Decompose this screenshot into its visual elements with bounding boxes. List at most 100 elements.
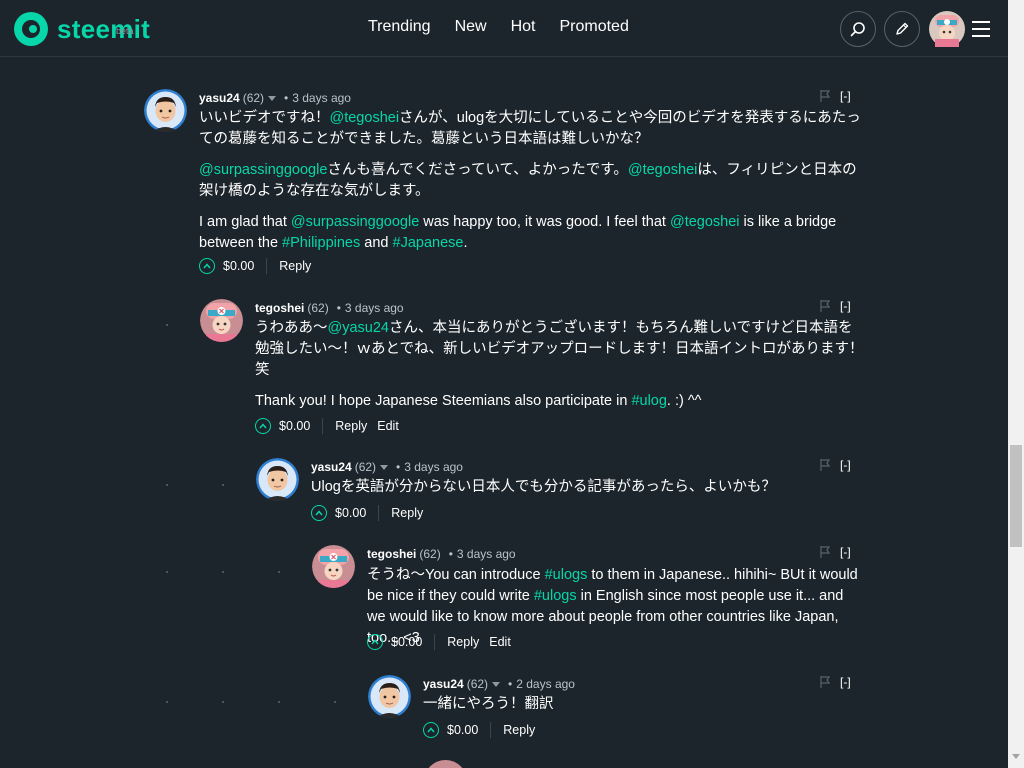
next-comment-avatar xyxy=(424,760,467,768)
flag-icon[interactable] xyxy=(820,90,830,102)
payout-value[interactable]: $0.00 xyxy=(391,635,422,649)
comment-footer: $0.00 Reply Edit xyxy=(255,417,409,435)
compose-button[interactable] xyxy=(884,11,920,47)
reply-button[interactable]: Reply xyxy=(503,723,535,737)
author-name[interactable]: yasu24 xyxy=(423,677,464,691)
chevron-down-icon[interactable] xyxy=(380,464,389,470)
comment-text: . xyxy=(463,235,468,251)
upvote-button[interactable] xyxy=(311,505,327,521)
comment-text: うわああ〜 xyxy=(255,320,328,336)
chevron-down-icon[interactable] xyxy=(268,95,277,101)
payout-value[interactable]: $0.00 xyxy=(335,506,366,520)
comment-text: Thank you! I hope Japanese Steemians als… xyxy=(255,393,632,409)
comment-paragraph: Thank you! I hope Japanese Steemians als… xyxy=(255,391,864,412)
nav-hot[interactable]: Hot xyxy=(511,18,536,36)
edit-button[interactable]: Edit xyxy=(377,419,399,433)
comment-text: and xyxy=(360,235,393,251)
hamburger-icon xyxy=(972,21,990,23)
logo-text: steemit xyxy=(57,14,151,44)
upvote-button[interactable] xyxy=(255,418,271,434)
payout-value[interactable]: $0.00 xyxy=(223,259,254,273)
chevron-down-icon[interactable] xyxy=(492,681,501,687)
comment-time[interactable]: 3 days ago xyxy=(345,301,404,315)
chevron-up-icon xyxy=(427,727,435,733)
reply-button[interactable]: Reply xyxy=(279,259,311,273)
author-avatar[interactable] xyxy=(368,675,411,718)
author-name[interactable]: yasu24 xyxy=(199,91,240,105)
comment-body: うわああ〜@yasu24さん、本当にありがとうございます！もちろん難しいですけど… xyxy=(255,318,864,422)
scrollbar-thumb[interactable] xyxy=(1010,445,1022,547)
comment-text: 一緒にやろう！翻訳 xyxy=(423,696,554,712)
chevron-up-icon xyxy=(315,510,323,516)
chevron-up-icon xyxy=(203,263,211,269)
author-avatar[interactable] xyxy=(312,545,355,588)
comment-1: yasu24 (62) • 3 days ago [-] いいビデオですね！@t… xyxy=(144,89,864,279)
comment-header: tegoshei (62) • 3 days ago xyxy=(367,547,516,561)
tag-link[interactable]: #Philippines xyxy=(282,235,360,251)
comment-time[interactable]: 3 days ago xyxy=(404,460,463,474)
comment-paragraph: Ulogを英語が分からない日本人でも分かる記事があったら、よいかも？ xyxy=(311,477,864,498)
comment-time[interactable]: 3 days ago xyxy=(457,547,516,561)
author-name[interactable]: tegoshei xyxy=(367,547,416,561)
upvote-button[interactable] xyxy=(199,258,215,274)
flag-icon[interactable] xyxy=(820,459,830,471)
comment-header: yasu24 (62) • 3 days ago xyxy=(311,460,463,474)
upvote-button[interactable] xyxy=(423,722,439,738)
payout-value[interactable]: $0.00 xyxy=(279,419,310,433)
mention-link[interactable]: @yasu24 xyxy=(328,320,389,336)
mention-link[interactable]: @tegoshei xyxy=(330,110,400,126)
flag-icon[interactable] xyxy=(820,546,830,558)
mention-link[interactable]: @surpassinggoogle xyxy=(199,162,327,178)
comment-3: yasu24 (62) • 3 days ago [-] Ulogを英語が分から… xyxy=(256,458,864,528)
nav-promoted[interactable]: Promoted xyxy=(559,18,628,36)
collapse-button[interactable]: [-] xyxy=(840,458,851,472)
comment-header: yasu24 (62) • 2 days ago xyxy=(423,677,575,691)
reply-button[interactable]: Reply xyxy=(391,506,423,520)
payout-value[interactable]: $0.00 xyxy=(447,723,478,737)
author-avatar[interactable] xyxy=(200,299,243,342)
collapse-button[interactable]: [-] xyxy=(840,675,851,689)
upvote-button[interactable] xyxy=(367,634,383,650)
reply-button[interactable]: Reply xyxy=(447,635,479,649)
comment-footer: $0.00 Reply xyxy=(311,504,433,522)
collapse-button[interactable]: [-] xyxy=(840,299,851,313)
collapse-button[interactable]: [-] xyxy=(840,545,851,559)
comment-2: tegoshei (62) • 3 days ago [-] うわああ〜@yas… xyxy=(200,299,864,439)
comment-header: tegoshei (62) • 3 days ago xyxy=(255,301,404,315)
chevron-up-icon xyxy=(371,639,379,645)
scroll-down-icon[interactable] xyxy=(1012,754,1020,759)
author-reputation: (62) xyxy=(466,677,489,691)
mention-link[interactable]: @tegoshei xyxy=(670,214,740,230)
edit-button[interactable]: Edit xyxy=(489,635,511,649)
comment-text: . :) ^^ xyxy=(666,393,702,409)
nav-trending[interactable]: Trending xyxy=(368,18,431,36)
comment-time[interactable]: 3 days ago xyxy=(292,91,351,105)
scrollbar-track[interactable] xyxy=(1008,0,1024,768)
menu-button[interactable] xyxy=(972,21,990,37)
steemit-logo-icon xyxy=(14,12,48,46)
comment-header: yasu24 (62) • 3 days ago xyxy=(199,91,351,105)
author-name[interactable]: yasu24 xyxy=(311,460,352,474)
chevron-up-icon xyxy=(259,423,267,429)
collapse-button[interactable]: [-] xyxy=(840,89,851,103)
user-avatar[interactable] xyxy=(929,11,965,47)
comment-footer: $0.00 Reply xyxy=(199,257,321,275)
flag-icon[interactable] xyxy=(820,676,830,688)
reply-button[interactable]: Reply xyxy=(335,419,367,433)
tag-link[interactable]: #ulog xyxy=(631,393,666,409)
search-button[interactable] xyxy=(840,11,876,47)
mention-link[interactable]: @surpassinggoogle xyxy=(291,214,419,230)
search-icon xyxy=(850,22,865,37)
mention-link[interactable]: @tegoshei xyxy=(628,162,698,178)
tag-link[interactable]: #Japanese xyxy=(393,235,464,251)
author-avatar[interactable] xyxy=(256,458,299,501)
author-avatar[interactable] xyxy=(144,89,187,132)
author-name[interactable]: tegoshei xyxy=(255,301,304,315)
comment-time[interactable]: 2 days ago xyxy=(516,677,575,691)
comment-footer: $0.00 Reply Edit xyxy=(367,633,521,651)
tag-link[interactable]: #ulogs xyxy=(534,588,577,604)
nav-new[interactable]: New xyxy=(455,18,487,36)
flag-icon[interactable] xyxy=(820,300,830,312)
tag-link[interactable]: #ulogs xyxy=(545,567,588,583)
comment-paragraph: @surpassinggoogleさんも喜んでくださっていて、よかったです。@t… xyxy=(199,160,864,202)
